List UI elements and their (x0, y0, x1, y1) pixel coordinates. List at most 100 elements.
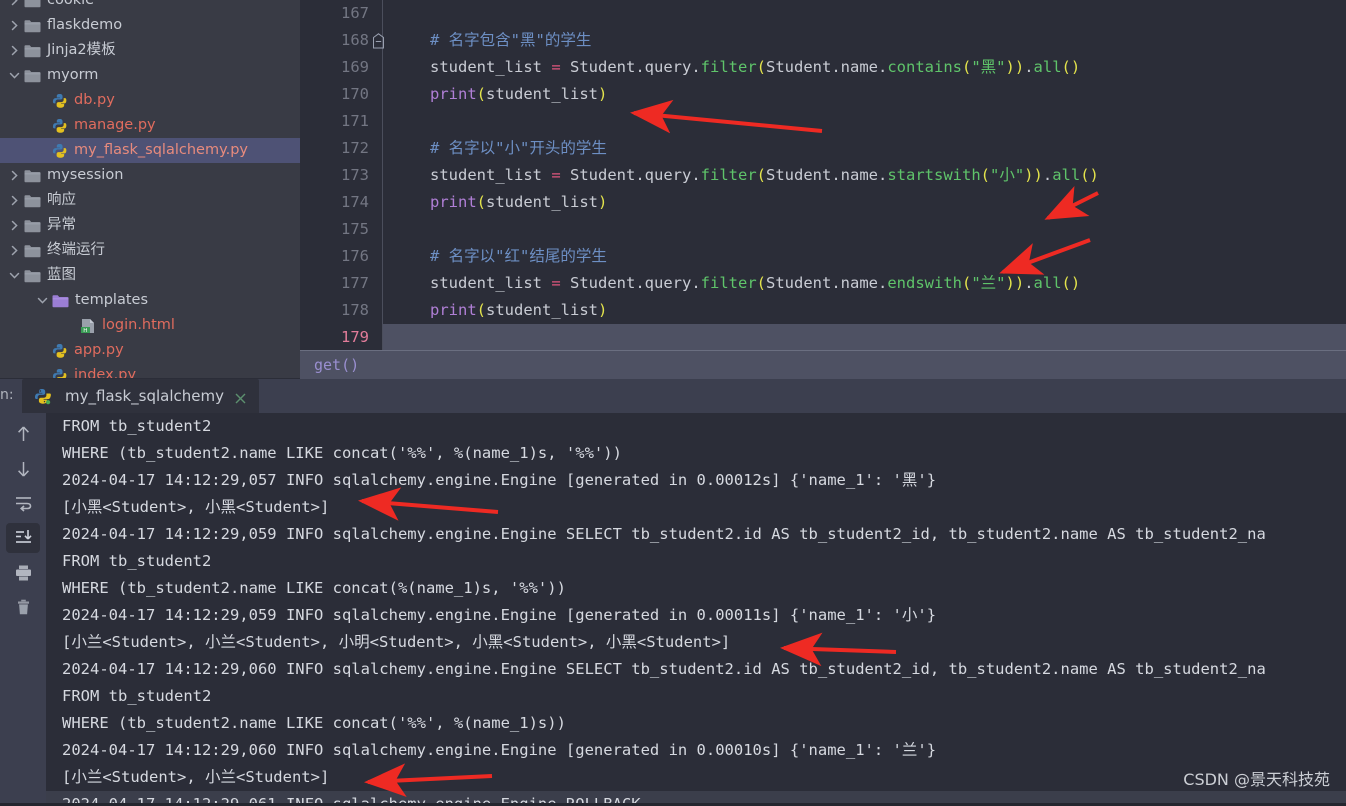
code-line[interactable]: # 名字包含"黑"的学生 (383, 27, 1346, 54)
tree-item-cookie[interactable]: cookie (0, 0, 300, 13)
tree-item-manage.py[interactable]: manage.py (0, 113, 300, 138)
tree-item-db.py[interactable]: db.py (0, 88, 300, 113)
run-panel-label: n: (0, 387, 14, 403)
project-tree-panel[interactable]: cookie flaskdemo Jinja2模板 myorm db.py manage.… (0, 0, 300, 378)
trash-icon-button[interactable] (6, 593, 40, 623)
folder-icon (24, 194, 41, 208)
console-line: WHERE (tb_student2.name LIKE concat('%%'… (62, 714, 566, 732)
code-line[interactable]: # 名字以"红"结尾的学生 (383, 243, 1346, 270)
code-token: student_list (486, 193, 598, 211)
close-icon[interactable] (234, 390, 247, 403)
tree-item-templates[interactable]: templates (0, 288, 300, 313)
tree-item-label: flaskdemo (47, 17, 123, 33)
code-token: filter (700, 274, 757, 292)
code-line[interactable]: # 名字以"小"开头的学生 (383, 135, 1346, 162)
gutter-line-number[interactable]: 169 (300, 54, 383, 81)
console-output[interactable]: FROM tb_student2 WHERE (tb_student2.name … (46, 413, 1346, 806)
code-token: ) (1014, 274, 1025, 292)
tree-item-my_flask_sqlalchemy.py[interactable]: my_flask_sqlalchemy.py (0, 138, 300, 163)
tree-item-login.html[interactable]: Hlogin.html (0, 313, 300, 338)
tree-no-chevron (64, 319, 77, 332)
gutter-line-number[interactable]: 172 (300, 135, 383, 162)
code-token: student_list (486, 301, 598, 319)
chevron-right-icon[interactable] (8, 44, 21, 57)
code-line[interactable] (383, 108, 1346, 135)
soft-wrap-icon-button[interactable] (6, 488, 40, 518)
folder-icon (24, 269, 41, 283)
templates-folder-icon (52, 294, 69, 308)
code-token: Student.name. (766, 166, 888, 184)
gutter-line-number[interactable]: 168 (300, 27, 383, 54)
gutter-line-number[interactable]: 174 (300, 189, 383, 216)
code-line[interactable]: print(student_list) (383, 297, 1346, 324)
tree-item-jinja2[interactable]: Jinja2模板 (0, 38, 300, 63)
code-token: "小" (990, 166, 1025, 184)
code-line[interactable]: student_list = Student.query.filter(Stud… (383, 54, 1346, 81)
chevron-right-icon[interactable] (8, 0, 21, 7)
gutter-line-number[interactable]: 179 (300, 324, 383, 351)
chevron-down-icon[interactable] (36, 294, 49, 307)
code-line[interactable]: student_list = Student.query.filter(Stud… (383, 270, 1346, 297)
gutter-line-number[interactable]: 171 (300, 108, 383, 135)
tree-item-index.py[interactable]: index.py (0, 363, 300, 378)
editor-code-area[interactable]: # 名字包含"黑"的学生 student_list = Student.query… (383, 0, 1346, 351)
editor-gutter[interactable]: 167 168 169 170 171 172 173 174 175 176 177 178 179 (300, 0, 383, 350)
code-token: print (430, 301, 477, 319)
gutter-line-number[interactable]: 170 (300, 81, 383, 108)
scroll-down-button[interactable] (6, 453, 40, 483)
python-file-icon (52, 143, 68, 159)
chevron-right-icon[interactable] (8, 19, 21, 32)
tree-item-[interactable]: 响应 (0, 188, 300, 213)
run-tab-my-flask-sqlalchemy[interactable]: my_flask_sqlalchemy (22, 379, 259, 413)
tree-item-[interactable]: 异常 (0, 213, 300, 238)
chevron-right-icon[interactable] (8, 169, 21, 182)
tree-no-chevron (36, 344, 49, 357)
project-tree-scrollbar-track[interactable] (288, 0, 296, 378)
scroll-up-button[interactable] (6, 418, 40, 448)
code-line[interactable]: print(student_list) (383, 189, 1346, 216)
console-line: 2024-04-17 14:12:29,059 INFO sqlalchemy.… (62, 525, 1266, 543)
tree-item-mysession[interactable]: mysession (0, 163, 300, 188)
code-token: = (551, 274, 561, 292)
run-console[interactable]: FROM tb_student2 WHERE (tb_student2.name … (0, 413, 1346, 806)
tree-item-app.py[interactable]: app.py (0, 338, 300, 363)
code-editor[interactable]: 167 168 169 170 171 172 173 174 175 176 177 178 179 … (300, 0, 1346, 351)
print-button[interactable] (6, 558, 40, 588)
gutter-line-number[interactable]: 177 (300, 270, 383, 297)
code-line[interactable]: print(student_list) (383, 81, 1346, 108)
scroll-to-end-button[interactable] (6, 523, 40, 553)
chevron-right-icon[interactable] (8, 194, 21, 207)
code-token: print (430, 85, 477, 103)
tree-item-flaskdemo[interactable]: flaskdemo (0, 13, 300, 38)
gutter-line-number[interactable]: 178 (300, 297, 383, 324)
code-line[interactable] (383, 216, 1346, 243)
code-line[interactable] (383, 0, 1346, 27)
console-line: 2024-04-17 14:12:29,057 INFO sqlalchemy.… (62, 471, 937, 489)
chevron-down-icon[interactable] (8, 69, 21, 82)
code-token: Student (560, 274, 636, 292)
code-token: ( (961, 58, 972, 76)
python-file-icon (52, 368, 68, 378)
gutter-line-number[interactable]: 173 (300, 162, 383, 189)
code-token: endswith (887, 274, 962, 292)
code-token: ) (1005, 274, 1015, 292)
code-line[interactable] (383, 324, 1346, 351)
gutter-line-number[interactable]: 175 (300, 216, 383, 243)
tree-item-[interactable]: 终端运行 (0, 238, 300, 263)
tree-item-myorm[interactable]: myorm (0, 63, 300, 88)
chevron-down-icon[interactable] (8, 269, 21, 282)
html-file-icon: H (80, 318, 96, 334)
completion-hint-strip[interactable]: get() (300, 351, 1346, 379)
tree-item-[interactable]: 蓝图 (0, 263, 300, 288)
code-token: all (1052, 166, 1081, 184)
console-toolbar[interactable] (0, 413, 46, 806)
code-token: ) (1024, 166, 1034, 184)
chevron-right-icon[interactable] (8, 244, 21, 257)
code-line[interactable]: student_list = Student.query.filter(Stud… (383, 162, 1346, 189)
gutter-line-number[interactable]: 176 (300, 243, 383, 270)
python-icon (34, 388, 51, 405)
gutter-line-number[interactable]: 167 (300, 0, 383, 27)
tree-no-chevron (36, 369, 49, 378)
code-token: ) (1033, 166, 1043, 184)
chevron-right-icon[interactable] (8, 219, 21, 232)
